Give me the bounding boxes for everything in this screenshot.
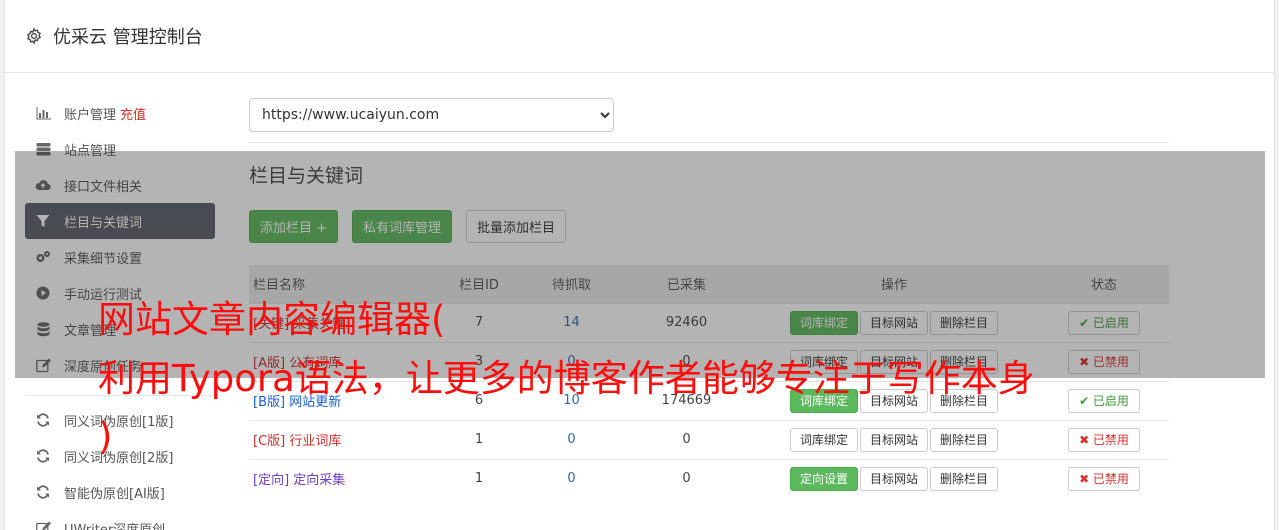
- sidebar-item-main-0[interactable]: 账户管理 充值: [25, 95, 215, 131]
- cogs-icon: [35, 249, 51, 265]
- bind-lib-button[interactable]: 词库绑定: [789, 427, 858, 452]
- cloud-upload-icon: [35, 177, 51, 193]
- sidebar-item-main-1[interactable]: 站点管理: [25, 131, 215, 167]
- column-name-cell: [C版] 行业词库: [249, 419, 439, 459]
- column-prefix: [定向]: [253, 473, 290, 489]
- play-circle-icon: [35, 285, 51, 301]
- collected-count: 0: [624, 458, 749, 498]
- refresh-icon: [35, 448, 51, 464]
- sidebar-item-tools-1[interactable]: 同义词伪原创[2版]: [25, 438, 215, 474]
- add-column-button[interactable]: 添加栏目 +: [249, 210, 339, 243]
- table-row: [C版] 行业词库 1 0 0 词库绑定 目标网站 删除栏目 ✖ 已禁用: [249, 419, 1169, 459]
- sidebar-item-label: 账户管理: [64, 107, 117, 123]
- bind-lib-button[interactable]: 词库绑定: [789, 310, 858, 335]
- sidebar-item-tools-3[interactable]: UWriter深度原创: [25, 510, 215, 530]
- actions-cell: 词库绑定 目标网站 删除栏目: [749, 419, 1039, 459]
- action-buttons: 添加栏目 + 私有词库管理 批量添加栏目: [249, 210, 1169, 243]
- recharge-link[interactable]: 充值: [120, 104, 146, 123]
- sidebar-item-tools-2[interactable]: 智能伪原创[AI版]: [25, 474, 215, 510]
- edit-icon: [35, 357, 51, 373]
- status-toggle[interactable]: ✖ 已禁用: [1068, 427, 1140, 452]
- console-panel: 优采云 管理控制台 账户管理 充值 站点管理 接口文件相关 栏目与关键词 采集细节设置 手动…: [4, 0, 1275, 530]
- target-site-button[interactable]: 目标网站: [859, 427, 928, 452]
- sidebar-item-label: 同义词伪原创[1版]: [64, 414, 174, 430]
- pending-count[interactable]: 0: [519, 419, 624, 459]
- watermark-line-3: ): [98, 415, 113, 458]
- watermark-line-2: 利用Typora语法，让更多的博客作者能够专注于写作本身: [98, 357, 1035, 400]
- delete-column-button[interactable]: 删除栏目: [930, 427, 999, 452]
- column-prefix: [C版]: [253, 434, 286, 449]
- col-header-id: 栏目ID: [459, 278, 499, 294]
- private-lib-button[interactable]: 私有词库管理: [352, 210, 453, 243]
- target-site-button[interactable]: 目标网站: [859, 466, 928, 491]
- status-toggle[interactable]: ✔ 已启用: [1068, 310, 1140, 335]
- status-toggle[interactable]: ✖ 已禁用: [1068, 349, 1140, 374]
- col-header-actions: 操作: [880, 278, 907, 294]
- gear-icon: [25, 27, 43, 45]
- sidebar-item-label: 智能伪原创[AI版]: [64, 486, 165, 502]
- bar-chart-icon: [35, 105, 51, 121]
- status-cell: ✔ 已启用: [1039, 380, 1169, 420]
- sidebar-item-label: 同义词伪原创[2版]: [64, 450, 174, 466]
- pending-count[interactable]: 14: [519, 302, 624, 342]
- status-toggle[interactable]: ✔ 已启用: [1068, 388, 1140, 413]
- status-cell: ✔ 已启用: [1039, 302, 1169, 342]
- bind-lib-button[interactable]: 定向设置: [789, 466, 858, 491]
- delete-column-button[interactable]: 删除栏目: [930, 466, 999, 491]
- watermark-line-1: 网站文章内容编辑器(: [98, 298, 446, 341]
- table-row: [定向] 定向采集 1 0 0 定向设置 目标网站 删除栏目 ✖ 已禁用: [249, 458, 1169, 498]
- sidebar-item-main-3[interactable]: 栏目与关键词: [25, 203, 215, 239]
- sidebar-item-main-4[interactable]: 采集细节设置: [25, 239, 215, 275]
- sidebar-item-label: 采集细节设置: [64, 251, 143, 267]
- actions-cell: 词库绑定 目标网站 删除栏目: [749, 302, 1039, 342]
- site-select[interactable]: https://www.ucaiyun.com: [249, 98, 614, 132]
- status-cell: ✖ 已禁用: [1039, 419, 1169, 459]
- collected-count: 92460: [624, 302, 749, 342]
- col-header-pending: 待抓取: [551, 278, 591, 294]
- edit-icon: [35, 520, 51, 530]
- section-title: 栏目与关键词: [249, 165, 364, 187]
- delete-column-button[interactable]: 删除栏目: [930, 310, 999, 335]
- column-id: 1: [439, 458, 519, 498]
- refresh-icon: [35, 484, 51, 500]
- server-icon: [35, 141, 51, 157]
- database-icon: [35, 321, 51, 337]
- column-id: 7: [439, 302, 519, 342]
- sidebar-item-label: 站点管理: [64, 143, 117, 159]
- refresh-icon: [35, 412, 51, 428]
- collected-count: 0: [624, 419, 749, 459]
- divider: [249, 142, 1169, 143]
- target-site-button[interactable]: 目标网站: [859, 310, 928, 335]
- col-header-status: 状态: [1090, 278, 1117, 294]
- sidebar-item-label: 接口文件相关: [64, 179, 143, 195]
- sidebar-item-label: 栏目与关键词: [64, 215, 143, 231]
- col-header-collected: 已采集: [666, 278, 706, 294]
- column-name[interactable]: 定向采集: [293, 473, 345, 488]
- actions-cell: 定向设置 目标网站 删除栏目: [749, 458, 1039, 498]
- column-id: 1: [439, 419, 519, 459]
- sidebar-item-label: UWriter深度原创: [64, 522, 166, 530]
- column-name-cell: [定向] 定向采集: [249, 458, 439, 498]
- page-title: 优采云 管理控制台: [53, 27, 203, 48]
- page-header: 优采云 管理控制台: [5, 0, 1274, 73]
- sidebar-item-main-2[interactable]: 接口文件相关: [25, 167, 215, 203]
- column-name[interactable]: 行业词库: [289, 434, 341, 449]
- status-cell: ✖ 已禁用: [1039, 341, 1169, 381]
- status-toggle[interactable]: ✖ 已禁用: [1068, 466, 1140, 491]
- batch-add-button[interactable]: 批量添加栏目: [466, 210, 567, 243]
- pending-count[interactable]: 0: [519, 458, 624, 498]
- filter-icon: [35, 213, 51, 229]
- status-cell: ✖ 已禁用: [1039, 458, 1169, 498]
- sidebar-item-tools-0[interactable]: 同义词伪原创[1版]: [25, 402, 215, 438]
